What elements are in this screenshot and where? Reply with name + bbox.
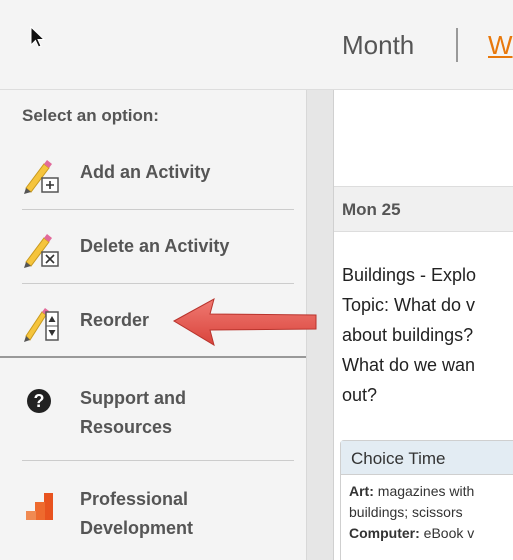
delete-activity-button[interactable]: Delete an Activity (22, 212, 294, 284)
pencil-reorder-icon (24, 308, 59, 342)
delete-activity-label: Delete an Activity (80, 236, 230, 256)
question-circle-icon: ? (27, 389, 51, 413)
section-divider (0, 356, 306, 358)
choice-line: Art: magazines with (349, 483, 475, 499)
professional-development-label: Professional Development (80, 489, 194, 538)
divider (22, 283, 294, 284)
tab-separator (456, 28, 458, 62)
day-header: Mon 25 (334, 186, 513, 232)
choice-time-title: Choice Time (341, 441, 513, 475)
support-resources-button[interactable]: ? Support and Resources (22, 376, 294, 466)
choice-line: buildings; scissors (349, 504, 463, 520)
top-bar: Month W (0, 0, 513, 90)
tab-week[interactable]: W (488, 30, 513, 61)
pencil-plus-icon (24, 160, 59, 194)
add-activity-button[interactable]: Add an Activity (22, 138, 294, 210)
topic-text[interactable]: Buildings - Explo Topic: What do v about… (342, 260, 513, 410)
sidebar-heading: Select an option: (22, 106, 159, 125)
steps-icon (26, 493, 53, 520)
add-activity-label: Add an Activity (80, 162, 211, 182)
pencil-x-icon (24, 234, 59, 268)
day-header-label: Mon 25 (342, 200, 401, 219)
annotation-arrow-icon (172, 297, 317, 347)
choice-time-body: Art: magazines with buildings; scissors … (341, 475, 513, 550)
svg-text:?: ? (34, 391, 45, 411)
choice-line: Computer: eBook v (349, 525, 475, 541)
divider (22, 209, 294, 210)
divider (22, 460, 294, 461)
tab-month[interactable]: Month (342, 30, 414, 61)
reorder-label: Reorder (80, 310, 150, 330)
professional-development-button[interactable]: Professional Development (22, 477, 294, 560)
calendar-panel: Mon 25 Buildings - Explo Topic: What do … (334, 90, 513, 560)
choice-time-card[interactable]: Choice Time Art: magazines with building… (340, 440, 513, 560)
support-resources-label: Support and Resources (80, 388, 186, 437)
mouse-cursor-icon (30, 26, 46, 48)
